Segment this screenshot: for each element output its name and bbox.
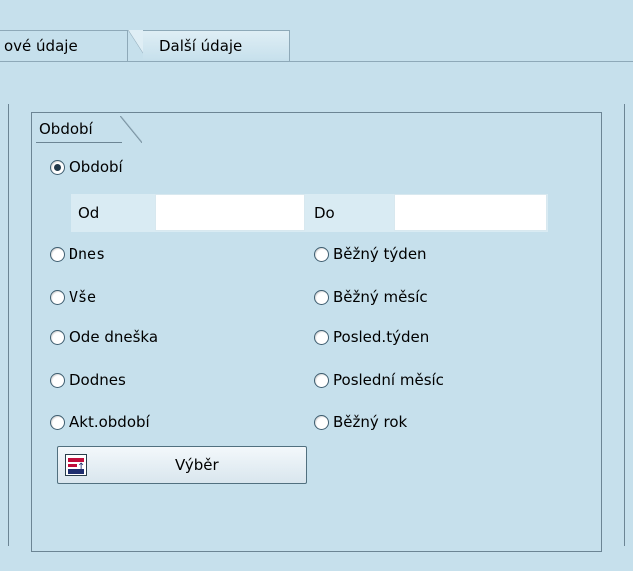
radio-row-current-month[interactable]: Běžný měsíc: [314, 285, 428, 309]
selection-button[interactable]: ↑ Výběr: [57, 446, 307, 484]
period-group-title: Období: [36, 116, 115, 142]
from-date-field[interactable]: [155, 194, 305, 231]
radio-current-year[interactable]: [314, 414, 329, 430]
from-label: Od: [78, 204, 100, 222]
radio-last-month[interactable]: [314, 372, 329, 388]
tab-basic-data-label: ové údaje: [4, 37, 78, 55]
selection-icon: ↑: [65, 454, 87, 476]
radio-current-week-label: Běžný týden: [333, 245, 427, 263]
radio-row-from-today[interactable]: Ode dneška: [50, 325, 158, 349]
radio-row-today[interactable]: Dnes: [50, 242, 105, 266]
radio-row-until-today[interactable]: Dodnes: [50, 368, 126, 392]
radio-row-current-period[interactable]: Akt.období: [50, 410, 150, 434]
radio-all-label: Vše: [69, 288, 97, 306]
panel-left-border: [8, 104, 9, 546]
group-title-slant: [120, 116, 142, 143]
to-date-field[interactable]: [394, 194, 547, 231]
tab-additional-data-label: Další údaje: [159, 37, 243, 55]
selection-button-label: Výběr: [175, 456, 219, 474]
radio-until-today[interactable]: [50, 372, 65, 388]
radio-row-current-year[interactable]: Běžný rok: [314, 410, 407, 434]
radio-from-today-label: Ode dneška: [69, 328, 159, 346]
radio-from-today[interactable]: [50, 329, 65, 345]
radio-current-period-label: Akt.období: [69, 413, 150, 431]
radio-last-month-label: Poslední měsíc: [333, 371, 444, 389]
radio-row-last-month[interactable]: Poslední měsíc: [314, 368, 444, 392]
radio-current-month[interactable]: [314, 289, 329, 305]
radio-period-selected[interactable]: [50, 159, 65, 175]
radio-current-year-label: Běžný rok: [333, 413, 408, 431]
radio-current-month-label: Běžný měsíc: [333, 288, 428, 306]
radio-all[interactable]: [50, 289, 65, 305]
tab-additional-data[interactable]: Další údaje: [143, 30, 290, 61]
radio-last-week-label: Posled.týden: [333, 328, 430, 346]
radio-until-today-label: Dodnes: [69, 371, 126, 389]
to-label: Do: [314, 204, 335, 222]
group-title-underline: [36, 142, 122, 143]
radio-row-all[interactable]: Vše: [50, 285, 96, 309]
radio-last-week[interactable]: [314, 329, 329, 345]
panel-right-border: [624, 104, 625, 546]
radio-current-period[interactable]: [50, 414, 65, 430]
radio-today-label: Dnes: [69, 245, 106, 263]
radio-period-label: Období: [69, 158, 123, 176]
radio-row-current-week[interactable]: Běžný týden: [314, 242, 427, 266]
radio-today[interactable]: [50, 246, 65, 262]
radio-row-last-week[interactable]: Posled.týden: [314, 325, 429, 349]
radio-row-period[interactable]: Období: [50, 155, 123, 179]
tab-basic-data[interactable]: ové údaje: [0, 30, 128, 61]
radio-current-week[interactable]: [314, 246, 329, 262]
